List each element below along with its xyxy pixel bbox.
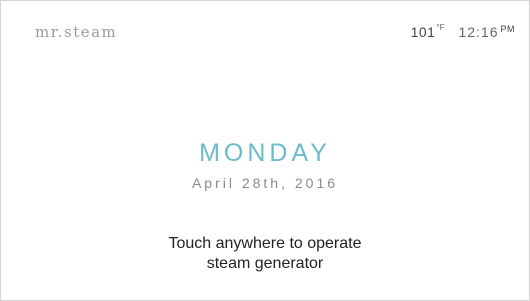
- touch-screen[interactable]: mr.steam 101°F 12:16 PM MONDAY April 28th…: [0, 0, 530, 301]
- touch-prompt-line2: steam generator: [206, 255, 324, 272]
- status-bar: 101°F 12:16 PM: [410, 23, 515, 40]
- day-of-week: MONDAY: [199, 139, 331, 167]
- current-date: April 28th, 2016: [191, 175, 339, 191]
- brand-logo: mr.steam: [35, 23, 118, 41]
- touch-prompt-line1: Touch anywhere to operate: [168, 235, 362, 252]
- temperature-value: 101: [410, 24, 436, 40]
- clock-meridiem: PM: [500, 24, 515, 34]
- touch-prompt: Touch anywhere to operate steam generato…: [1, 234, 529, 274]
- temperature-unit: °F: [436, 23, 445, 32]
- clock-time: 12:16: [458, 24, 499, 40]
